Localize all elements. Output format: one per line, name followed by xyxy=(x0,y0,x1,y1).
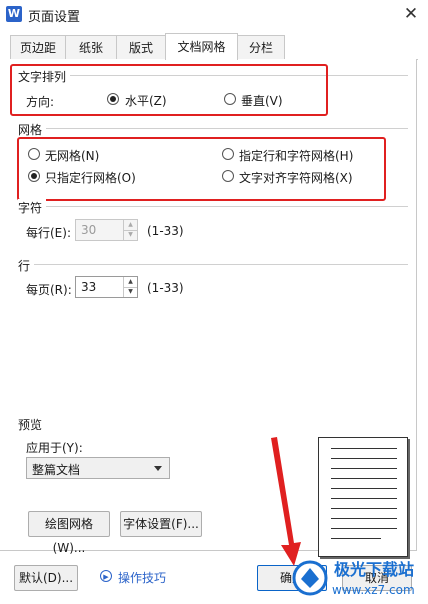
divider xyxy=(20,128,408,129)
section-title-lines: 行 xyxy=(18,257,35,274)
window-title: 页面设置 xyxy=(28,10,81,25)
preview-line xyxy=(331,538,381,539)
default-button[interactable]: 默认(D)... xyxy=(14,565,78,591)
tab-layout[interactable]: 版式 xyxy=(116,35,166,59)
preview-line xyxy=(331,488,397,489)
app-logo-icon: W xyxy=(6,6,22,22)
spin-down-icon[interactable]: ▼ xyxy=(124,230,137,240)
stepper-arrows: ▲ ▼ xyxy=(123,277,137,297)
highlight-box-grid xyxy=(17,137,386,201)
help-link[interactable]: 操作技巧 xyxy=(118,569,166,586)
chars-per-line-value: 30 xyxy=(81,223,97,237)
preview-line xyxy=(331,528,397,529)
chars-per-line-stepper[interactable]: 30 ▲ ▼ xyxy=(75,219,138,241)
apply-to-label: 应用于(Y): xyxy=(26,441,83,455)
preview-line xyxy=(331,458,397,459)
highlight-box-direction xyxy=(10,64,328,116)
preview-thumbnail xyxy=(318,437,408,557)
preview-line xyxy=(331,518,397,519)
tab-columns[interactable]: 分栏 xyxy=(237,35,285,59)
lines-range: (1-33) xyxy=(147,281,184,295)
section-title-grid: 网格 xyxy=(18,121,47,138)
preview-line xyxy=(331,468,397,469)
help-circle-icon[interactable]: ▶ xyxy=(100,570,112,582)
section-title-chars: 字符 xyxy=(18,199,47,216)
divider xyxy=(20,206,408,207)
close-icon[interactable]: ✕ xyxy=(400,3,422,25)
tab-document-grid[interactable]: 文档网格 xyxy=(165,33,238,60)
section-title-preview: 预览 xyxy=(18,416,47,433)
preview-line xyxy=(331,448,397,449)
watermark-text: 极光下载站 xyxy=(334,560,415,579)
font-settings-button[interactable]: 字体设置(F)... xyxy=(120,511,202,537)
apply-to-value: 整篇文档 xyxy=(32,463,81,477)
lines-per-page-value: 33 xyxy=(81,280,97,294)
watermark-url: www.xz7.com xyxy=(332,583,415,597)
apply-to-select[interactable]: 整篇文档 xyxy=(26,457,170,479)
lines-per-page-label: 每页(R): xyxy=(26,283,72,297)
preview-line xyxy=(331,498,397,499)
stepper-arrows: ▲ ▼ xyxy=(123,220,137,240)
chars-per-line-label: 每行(E): xyxy=(26,226,71,240)
draw-grid-button[interactable]: 绘图网格(W)... xyxy=(28,511,110,555)
preview-line xyxy=(331,478,397,479)
tab-margins[interactable]: 页边距 xyxy=(10,35,66,59)
chars-range: (1-33) xyxy=(147,224,184,238)
divider xyxy=(20,264,408,265)
spin-down-icon[interactable]: ▼ xyxy=(124,287,137,297)
lines-per-page-stepper[interactable]: 33 ▲ ▼ xyxy=(75,276,138,298)
preview-line xyxy=(331,508,397,509)
tab-paper[interactable]: 纸张 xyxy=(65,35,117,59)
chevron-down-icon xyxy=(154,466,162,471)
